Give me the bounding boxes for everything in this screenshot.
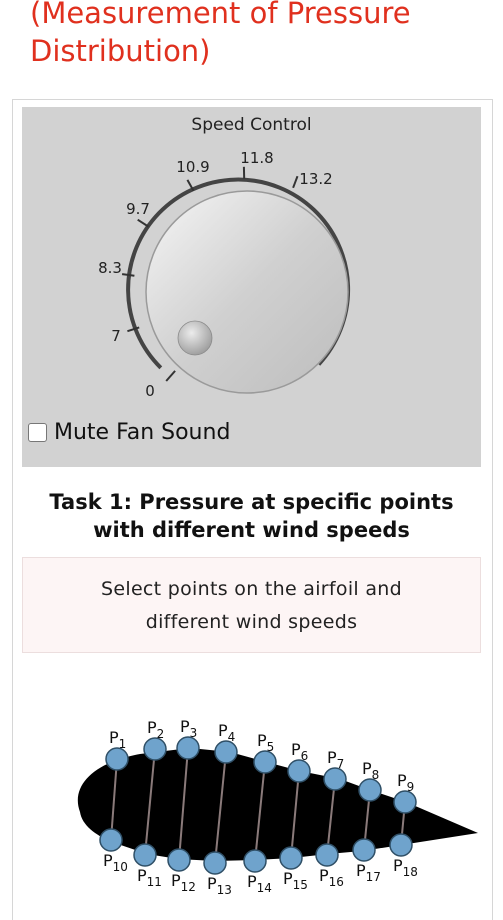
dial-tick-label: 10.9 — [176, 158, 209, 176]
pressure-point-18[interactable] — [390, 834, 412, 856]
pressure-point-10[interactable] — [100, 829, 122, 851]
pressure-point-label: P17 — [356, 861, 381, 884]
pressure-point-label: P12 — [171, 871, 196, 894]
dial-tick-label: 0 — [145, 382, 155, 400]
pressure-point-label: P10 — [103, 851, 128, 874]
mute-label: Mute Fan Sound — [54, 420, 230, 445]
pressure-point-12[interactable] — [168, 849, 190, 871]
pressure-point-label: P18 — [393, 856, 418, 879]
pressure-point-14[interactable] — [244, 850, 266, 872]
task-title-line: Task 1: Pressure at specific points — [22, 488, 481, 516]
pressure-point-1[interactable] — [106, 748, 128, 770]
pressure-point-13[interactable] — [204, 852, 226, 874]
speed-dial[interactable]: 0 7 8.3 9.7 10.9 11.8 13.2 — [0, 0, 503, 480]
dial-tick — [122, 274, 134, 276]
dial-knob-grip[interactable] — [178, 321, 212, 355]
instruction-box: Select points on the airfoil and differe… — [22, 557, 481, 653]
pressure-point-3[interactable] — [177, 737, 199, 759]
mute-fan-sound-toggle[interactable]: Mute Fan Sound — [28, 420, 230, 445]
pressure-point-5[interactable] — [254, 751, 276, 773]
pressure-point-2[interactable] — [144, 738, 166, 760]
dial-tick-label: 8.3 — [98, 259, 122, 277]
pressure-point-label: P14 — [247, 872, 272, 895]
instruction-line: different wind speeds — [23, 606, 480, 639]
pressure-point-label: P13 — [207, 874, 232, 897]
task-title-line: with different wind speeds — [22, 516, 481, 544]
pressure-point-9[interactable] — [394, 791, 416, 813]
instruction-line: Select points on the airfoil and — [23, 573, 480, 606]
airfoil-shape — [78, 748, 478, 861]
airfoil-diagram: P1P2P3P4P5P6P7P8P9P10P11P12P13P14P15P16P… — [0, 700, 503, 900]
task-title: Task 1: Pressure at specific points with… — [22, 488, 481, 544]
pressure-point-8[interactable] — [359, 779, 381, 801]
dial-tick — [166, 371, 175, 381]
pressure-point-label: P15 — [283, 869, 308, 892]
dial-tick — [138, 220, 149, 227]
dial-tick-label: 11.8 — [240, 149, 273, 167]
mute-checkbox[interactable] — [28, 423, 47, 442]
dial-tick-label: 9.7 — [126, 200, 150, 218]
dial-tick — [293, 176, 297, 188]
pressure-point-4[interactable] — [215, 741, 237, 763]
dial-tick-label: 13.2 — [299, 170, 332, 188]
pressure-point-17[interactable] — [353, 839, 375, 861]
pressure-point-6[interactable] — [288, 760, 310, 782]
pressure-point-16[interactable] — [316, 844, 338, 866]
pressure-point-11[interactable] — [134, 844, 156, 866]
pressure-point-7[interactable] — [324, 768, 346, 790]
pressure-point-label: P11 — [137, 866, 162, 889]
pressure-point-15[interactable] — [280, 847, 302, 869]
pressure-point-label: P16 — [319, 866, 344, 889]
dial-knob[interactable] — [146, 191, 348, 393]
dial-tick-label: 7 — [111, 327, 121, 345]
